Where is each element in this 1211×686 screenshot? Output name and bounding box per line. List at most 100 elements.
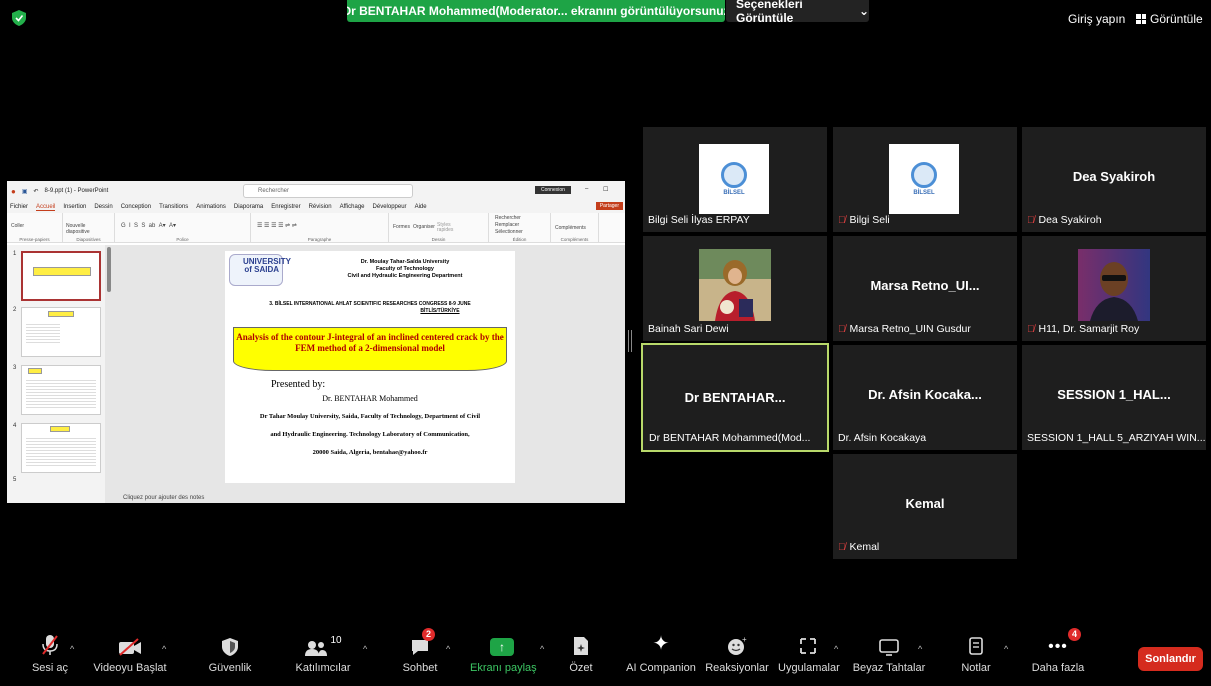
notes-button[interactable]: Notlar bbox=[956, 630, 996, 674]
security-button[interactable]: Güvenlik bbox=[205, 630, 255, 674]
view-options-dropdown[interactable]: Seçenekleri Görüntüle ⌄ bbox=[726, 0, 869, 25]
paste-button[interactable]: Coller bbox=[11, 223, 24, 229]
more-button[interactable]: ••• 4 Daha fazla bbox=[1030, 628, 1086, 674]
chat-options-caret[interactable]: ^ bbox=[446, 644, 450, 654]
menu-fichier[interactable]: Fichier bbox=[10, 204, 28, 210]
menu-diaporama[interactable]: Diaporama bbox=[234, 204, 263, 210]
notes-placeholder[interactable]: Cliquez pour ajouter des notes bbox=[123, 495, 204, 501]
participant-tile[interactable]: BİLSEL 🎙̸ Bilgi Seli bbox=[833, 127, 1017, 232]
menu-animations[interactable]: Animations bbox=[196, 204, 226, 210]
slide-affiliation-line-3: 20000 Saida, Algeria, bentahae@yahoo.fr bbox=[312, 449, 428, 456]
ribbon-group-label: Compléments bbox=[560, 237, 589, 242]
participant-tile[interactable]: Bainah Sari Dewi bbox=[643, 236, 827, 341]
participants-button[interactable]: 10 Katılımcılar bbox=[293, 630, 353, 674]
menu-dessin[interactable]: Dessin bbox=[94, 204, 112, 210]
new-slide-button[interactable]: Nouvelle diapositive bbox=[66, 223, 100, 235]
participant-tile[interactable]: BİLSEL Bilgi Seli İlyas ERPAY bbox=[643, 127, 827, 232]
participants-icon bbox=[305, 641, 328, 656]
participant-tile[interactable]: Dea Syakiroh 🎙̸ Dea Syakiroh bbox=[1022, 127, 1206, 232]
undo-icon[interactable]: ↶ bbox=[34, 188, 39, 195]
video-options-caret[interactable]: ^ bbox=[162, 644, 166, 654]
apps-button[interactable]: Uygulamalar bbox=[778, 630, 840, 674]
menu-transitions[interactable]: Transitions bbox=[159, 204, 188, 210]
grid-view-icon bbox=[1136, 14, 1146, 24]
menu-developpeur[interactable]: Développeur bbox=[373, 204, 407, 210]
save-icon[interactable]: ▣ bbox=[22, 188, 28, 195]
unmute-button[interactable]: Sesi aç bbox=[30, 630, 70, 674]
participant-tile[interactable]: Marsa Retno_UI... 🎙̸ Marsa Retno_UIN Gusd… bbox=[833, 236, 1017, 341]
paragraph-controls[interactable]: ☰ ☰ ☰ ☰ ⇌ ⇌ bbox=[257, 222, 297, 229]
thumb-number: 3 bbox=[13, 365, 17, 371]
start-video-button[interactable]: Videoyu Başlat bbox=[92, 630, 168, 674]
slide-univ-line-1: Dr. Moulay Tahar-Saïda University bbox=[360, 259, 450, 265]
quick-styles-button[interactable]: Styles rapides bbox=[437, 223, 459, 233]
participant-tile[interactable]: Kemal 🎙̸ Kemal bbox=[833, 454, 1017, 559]
end-meeting-button[interactable]: Sonlandır bbox=[1138, 647, 1203, 671]
maximize-icon[interactable]: ☐ bbox=[603, 186, 608, 193]
participant-name: 🎙̸ H11, Dr. Samarjit Roy bbox=[1027, 323, 1140, 335]
ribbon-group-label: Édition bbox=[512, 237, 527, 242]
participant-photo bbox=[699, 249, 771, 321]
muted-mic-icon: 🎙̸ bbox=[838, 214, 846, 226]
sign-in-link[interactable]: Giriş yapın bbox=[1068, 12, 1125, 26]
slide-thumbnail-3[interactable] bbox=[21, 365, 101, 415]
ribbon-group-label: Presse-papiers bbox=[19, 237, 50, 242]
participants-options-caret[interactable]: ^ bbox=[363, 644, 367, 654]
encryption-shield-icon[interactable] bbox=[12, 10, 26, 26]
thumb-text bbox=[26, 436, 96, 466]
ribbon-group-addins: Compléments Compléments bbox=[551, 213, 599, 242]
minimize-icon[interactable]: – bbox=[585, 186, 588, 192]
powerpoint-ribbon: Coller Presse-papiers Nouvelle diapositi… bbox=[7, 213, 625, 243]
menu-revision[interactable]: Révision bbox=[309, 204, 332, 210]
select-button[interactable]: Sélectionner bbox=[495, 229, 523, 235]
connexion-button[interactable]: Connexion bbox=[535, 186, 571, 194]
participant-tile[interactable]: 🎙̸ H11, Dr. Samarjit Roy bbox=[1022, 236, 1206, 341]
thumbnail-scrollbar[interactable] bbox=[107, 247, 111, 292]
apps-options-caret[interactable]: ^ bbox=[834, 644, 838, 654]
share-screen-button[interactable]: ↑ Ekranı paylaş bbox=[470, 630, 537, 674]
ribbon-group-font: G I S S ab A▾ A▾ Police bbox=[115, 213, 251, 242]
replace-button[interactable]: Remplacer bbox=[495, 222, 519, 228]
slide-university-header: Dr. Moulay Tahar-Saïda University Facult… bbox=[305, 259, 505, 280]
menu-conception[interactable]: Conception bbox=[121, 204, 151, 210]
font-controls[interactable]: G I S S ab A▾ A▾ bbox=[121, 222, 176, 229]
notes-options-caret[interactable]: ^ bbox=[1004, 644, 1008, 654]
current-slide[interactable]: UNIVERSITY of SAIDA Dr. Moulay Tahar-Saï… bbox=[225, 251, 515, 483]
ai-companion-button[interactable]: ✦ AI Companion bbox=[624, 630, 698, 674]
summary-icon bbox=[574, 637, 588, 655]
view-button[interactable]: Görüntüle bbox=[1136, 12, 1203, 26]
splitter-handle[interactable] bbox=[628, 330, 632, 352]
participant-tile[interactable]: Dr. Afsin Kocaka... Dr. Afsin Kocakaya bbox=[833, 345, 1017, 450]
menu-insertion[interactable]: Insertion bbox=[63, 204, 86, 210]
share-options-caret[interactable]: ^ bbox=[540, 644, 544, 654]
whiteboards-button[interactable]: Beyaz Tahtalar bbox=[852, 630, 926, 674]
menu-affichage[interactable]: Affichage bbox=[340, 204, 365, 210]
whiteboard-options-caret[interactable]: ^ bbox=[918, 644, 922, 654]
slide-thumbnail-1[interactable] bbox=[21, 251, 101, 301]
summary-button[interactable]: Özet bbox=[566, 630, 596, 674]
audio-options-caret[interactable]: ^ bbox=[70, 644, 74, 654]
participant-name: 🎙̸ Kemal bbox=[838, 541, 880, 553]
participant-name: 🎙̸ Bilgi Seli bbox=[838, 214, 890, 226]
partager-button[interactable]: Partager bbox=[595, 202, 623, 210]
arrange-button[interactable]: Organiser bbox=[413, 224, 435, 230]
slide-thumbnail-4[interactable] bbox=[21, 423, 101, 473]
ribbon-group-label: Paragraphe bbox=[307, 237, 332, 242]
ribbon-group-label: Police bbox=[176, 237, 189, 242]
view-button-label: Görüntüle bbox=[1150, 12, 1203, 26]
addins-button[interactable]: Compléments bbox=[555, 225, 586, 231]
menu-aide[interactable]: Aide bbox=[415, 204, 427, 210]
slide-univ-line-3: Civil and Hydraulic Engineering Departme… bbox=[347, 273, 463, 279]
menu-enregistrer[interactable]: Enregistrer bbox=[271, 204, 300, 210]
powerpoint-search-box[interactable]: Rechercher bbox=[243, 184, 413, 198]
slide-thumbnail-2[interactable] bbox=[21, 307, 101, 357]
participant-tile[interactable]: SESSION 1_HAL... SESSION 1_HALL 5_ARZIYA… bbox=[1022, 345, 1206, 450]
slide-affiliation: Dr Tahar Moulay University, Saida, Facul… bbox=[227, 408, 513, 462]
reactions-button[interactable]: + Reaksiyonlar bbox=[705, 630, 769, 674]
menu-accueil[interactable]: Accueil bbox=[36, 204, 56, 211]
find-button[interactable]: Rechercher bbox=[495, 215, 521, 221]
chat-button[interactable]: 2 Sohbet bbox=[400, 628, 440, 674]
participant-tile-active-speaker[interactable]: Dr BENTAHAR... Dr BENTAHAR Mohammed(Mod.… bbox=[641, 343, 829, 452]
shapes-button[interactable]: Formes bbox=[393, 224, 410, 230]
participant-photo bbox=[1078, 249, 1150, 321]
